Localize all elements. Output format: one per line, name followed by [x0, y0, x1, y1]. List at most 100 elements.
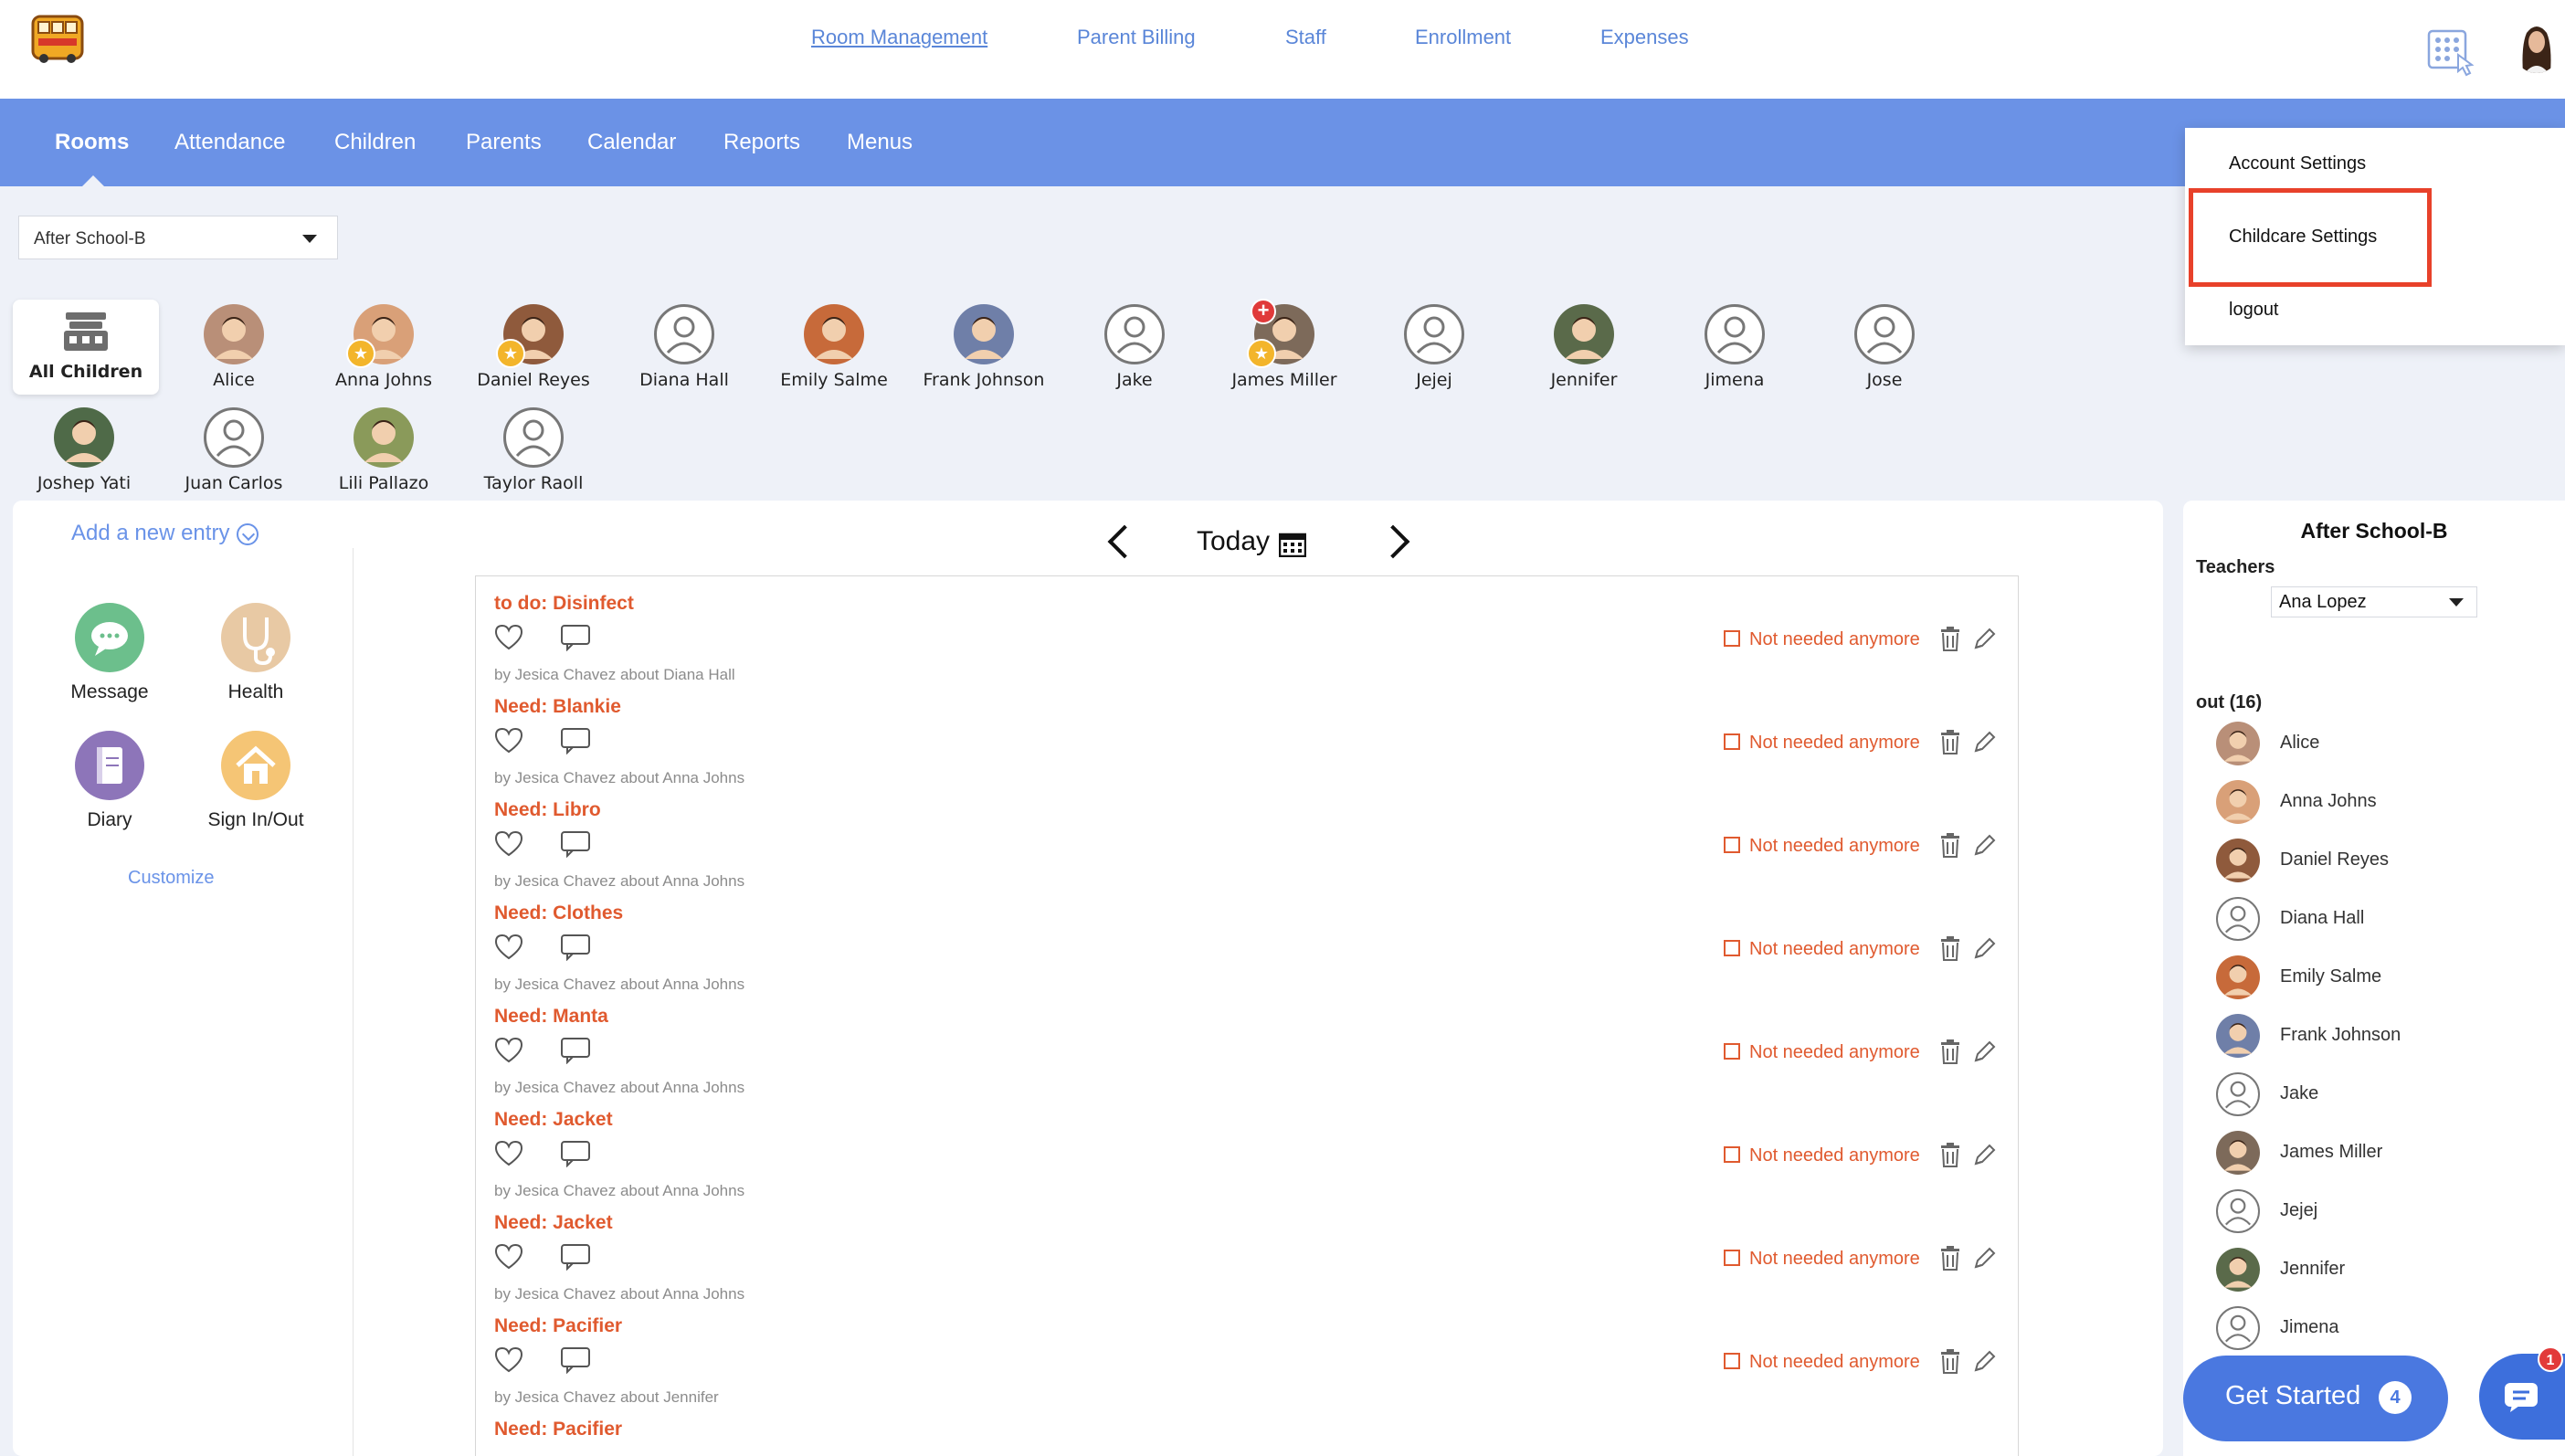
child-jake[interactable]: Jake — [1066, 304, 1203, 390]
child-james-miller[interactable]: ★ + James Miller — [1216, 299, 1353, 390]
comment-icon[interactable] — [560, 1243, 591, 1271]
subnav-attendance[interactable]: Attendance — [174, 130, 285, 155]
child-avatar: ★ — [346, 304, 414, 368]
heart-icon[interactable] — [494, 830, 523, 858]
child-taylor-raoll[interactable]: Taylor Raoll — [465, 407, 602, 493]
feed-entry: Need: Blankie by Jesica Chavez about Anna… — [476, 680, 2020, 786]
subnav-rooms[interactable]: Rooms — [55, 130, 129, 155]
heart-icon[interactable] — [494, 1140, 523, 1167]
not-needed-label: Not needed anymore — [1749, 836, 1920, 856]
customize-link[interactable]: Customize — [128, 868, 214, 889]
child-daniel-reyes[interactable]: ★ Daniel Reyes — [465, 304, 602, 390]
teacher-select[interactable]: Ana Lopez — [2271, 586, 2477, 617]
user-avatar[interactable] — [2514, 18, 2560, 73]
child-name: Emily Salme — [780, 370, 888, 390]
subnav-reports[interactable]: Reports — [723, 130, 800, 155]
heart-icon[interactable] — [494, 624, 523, 651]
tile-message[interactable]: Message — [37, 603, 183, 703]
comment-icon[interactable] — [560, 727, 591, 755]
get-started-button[interactable]: Get Started 4 — [2183, 1356, 2448, 1441]
topnav-enrollment[interactable]: Enrollment — [1415, 26, 1511, 49]
chat-button[interactable]: 1 — [2479, 1346, 2565, 1440]
child-jejej[interactable]: Jejej — [1366, 304, 1503, 390]
pencil-icon[interactable] — [1972, 729, 1996, 754]
topnav-room-management[interactable]: Room Management — [811, 26, 987, 49]
previous-day-icon[interactable] — [1107, 524, 1142, 559]
child-anna-johns[interactable]: ★ Anna Johns — [315, 304, 452, 390]
pencil-icon[interactable] — [1972, 1142, 1996, 1167]
heart-icon[interactable] — [494, 1346, 523, 1374]
child-avatar — [2216, 839, 2260, 882]
subnav-menus[interactable]: Menus — [847, 130, 913, 155]
child-juan-carlos[interactable]: Juan Carlos — [165, 407, 302, 493]
topnav-staff[interactable]: Staff — [1285, 26, 1326, 49]
entry-title: Need: Jacket — [494, 1212, 613, 1233]
menu-logout[interactable]: logout — [2229, 300, 2279, 321]
pencil-icon[interactable] — [1972, 1348, 1996, 1374]
child-emily-salme[interactable]: Emily Salme — [765, 304, 902, 390]
subnav-children[interactable]: Children — [334, 130, 416, 155]
pencil-icon[interactable] — [1972, 1245, 1996, 1271]
next-day-icon[interactable] — [1376, 524, 1410, 559]
comment-icon[interactable] — [560, 830, 591, 859]
child-jose[interactable]: Jose — [1816, 304, 1953, 390]
topnav-expenses[interactable]: Expenses — [1600, 26, 1689, 49]
not-needed-checkbox[interactable]: Not needed anymore — [1724, 1042, 1920, 1063]
tile-health[interactable]: Health — [183, 603, 329, 703]
pencil-icon[interactable] — [1972, 935, 1996, 961]
comment-icon[interactable] — [560, 624, 591, 652]
pencil-icon[interactable] — [1972, 626, 1996, 651]
trash-icon[interactable] — [1939, 626, 1961, 651]
child-jimena[interactable]: Jimena — [1666, 304, 1803, 390]
heart-icon[interactable] — [494, 1243, 523, 1271]
subnav-calendar[interactable]: Calendar — [587, 130, 676, 155]
comment-icon[interactable] — [560, 1140, 591, 1168]
trash-icon[interactable] — [1939, 832, 1961, 858]
trash-icon[interactable] — [1939, 729, 1961, 754]
keypad-icon[interactable] — [2425, 27, 2476, 79]
child-name: Daniel Reyes — [477, 370, 590, 390]
trash-icon[interactable] — [1939, 1245, 1961, 1271]
child-joshep-yati[interactable]: Joshep Yati — [16, 407, 153, 493]
trash-icon[interactable] — [1939, 935, 1961, 961]
checkbox-icon — [1724, 1043, 1740, 1060]
comment-icon[interactable] — [560, 1346, 591, 1375]
pencil-icon[interactable] — [1972, 832, 1996, 858]
child-alice[interactable]: Alice — [165, 304, 302, 390]
pencil-icon[interactable] — [1972, 1039, 1996, 1064]
topnav-parent-billing[interactable]: Parent Billing — [1077, 26, 1196, 49]
tile-sign-in-out[interactable]: Sign In/Out — [183, 731, 329, 831]
not-needed-checkbox[interactable]: Not needed anymore — [1724, 1145, 1920, 1166]
child-jennifer[interactable]: Jennifer — [1515, 304, 1652, 390]
star-badge-icon: ★ — [346, 339, 375, 368]
trash-icon[interactable] — [1939, 1348, 1961, 1374]
child-frank-johnson[interactable]: Frank Johnson — [915, 304, 1052, 390]
not-needed-checkbox[interactable]: Not needed anymore — [1724, 1249, 1920, 1270]
not-needed-checkbox[interactable]: Not needed anymore — [1724, 939, 1920, 960]
child-name: Taylor Raoll — [483, 473, 584, 493]
school-icon — [60, 309, 111, 354]
app-logo[interactable] — [29, 13, 86, 66]
not-needed-checkbox[interactable]: Not needed anymore — [1724, 1352, 1920, 1373]
not-needed-checkbox[interactable]: Not needed anymore — [1724, 836, 1920, 857]
heart-icon[interactable] — [494, 934, 523, 961]
child-diana-hall[interactable]: Diana Hall — [616, 304, 753, 390]
add-entry-button[interactable]: Add a new entry — [71, 521, 259, 546]
not-needed-checkbox[interactable]: Not needed anymore — [1724, 733, 1920, 754]
subnav-parents[interactable]: Parents — [466, 130, 542, 155]
tile-diary[interactable]: Diary — [37, 731, 183, 831]
trash-icon[interactable] — [1939, 1039, 1961, 1064]
diary-icon — [75, 731, 144, 800]
caret-down-icon — [2449, 598, 2464, 607]
heart-icon[interactable] — [494, 1037, 523, 1064]
comment-icon[interactable] — [560, 934, 591, 962]
calendar-icon[interactable] — [1278, 532, 1307, 558]
not-needed-checkbox[interactable]: Not needed anymore — [1724, 629, 1920, 650]
child-lili-pallazo[interactable]: Lili Pallazo — [315, 407, 452, 493]
room-select[interactable]: After School-B — [18, 216, 338, 259]
all-children-tile[interactable]: All Children — [13, 300, 159, 395]
comment-icon[interactable] — [560, 1037, 591, 1065]
menu-account-settings[interactable]: Account Settings — [2229, 153, 2366, 174]
trash-icon[interactable] — [1939, 1142, 1961, 1167]
heart-icon[interactable] — [494, 727, 523, 754]
